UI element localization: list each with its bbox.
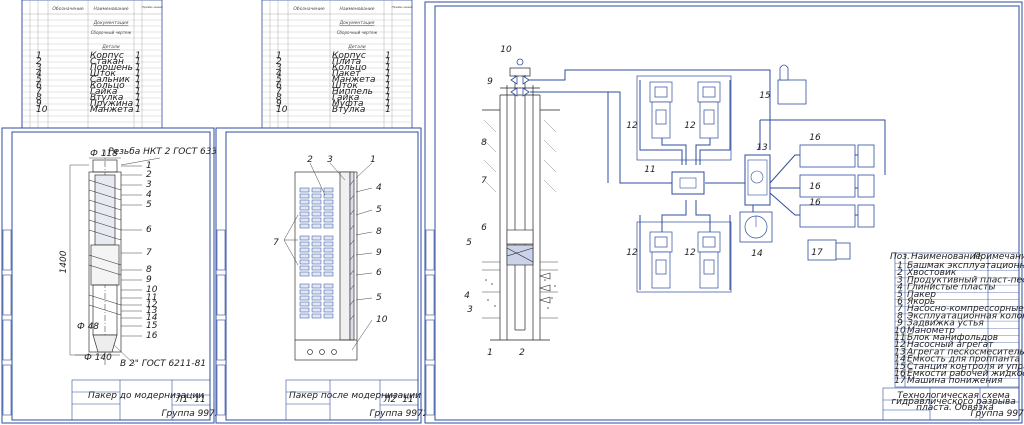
callout-15: 15 (146, 321, 158, 331)
scheme-label-13: 13 (756, 143, 768, 153)
callout-right-5: 5 (376, 205, 382, 215)
legend-name: Машина понижения (907, 376, 1003, 386)
drawing-sheet-scheme: 1 23456789101112 1212 1213141516161617 Поз.… (424, 1, 1024, 424)
callout-left: 7 (273, 238, 279, 248)
callout-right-4: 4 (376, 183, 382, 193)
s2-section-parts: Детали (347, 44, 366, 50)
callout-7: 7 (146, 248, 152, 258)
scheme-label-9: 9 (487, 77, 493, 87)
callout-top-1: 1 (370, 155, 376, 165)
callout-right-8: 8 (376, 227, 382, 237)
group-label-5: Группа 9972 (970, 409, 1024, 419)
s1-assembly-drawing: Сборочный чертеж (91, 30, 132, 35)
thread-bottom: В 2" ГОСТ 6211-81 (120, 359, 206, 369)
s1-section-parts: Детали (101, 44, 120, 50)
scheme-label-10: 10 (500, 45, 512, 55)
group-label-4: Группа 9972 (369, 409, 428, 419)
scheme-label-4: 4 (464, 291, 470, 301)
callout-6: 6 (146, 225, 152, 235)
s1-row-pos: 10 (36, 105, 48, 115)
legend-pos: 17 (894, 376, 906, 386)
scheme-label-16: 16 (809, 182, 821, 192)
callout-16: 16 (146, 331, 158, 341)
callout-2: 2 (146, 170, 152, 180)
sheet-no-3: Л1 (175, 395, 189, 405)
s1-header-name: Наименование (94, 6, 129, 12)
callout-right-9: 9 (376, 248, 382, 258)
scheme-label-3: 3 (467, 305, 473, 315)
s2-row-pos: 10 (276, 105, 288, 115)
callout-right-6: 6 (376, 268, 382, 278)
drawing-sheet-packer-after: 2 3 1458965107 Пакер после модернизации Гр… (215, 127, 429, 424)
s2-row-name: Втулка (332, 105, 365, 115)
s2-header-note: Приме-чание (392, 5, 413, 9)
s2-header-designation: Обозначение (293, 6, 324, 12)
scheme-label-8: 8 (481, 138, 487, 148)
sheets-3: 11 (194, 395, 205, 405)
dim-top: Ф 118 (90, 149, 118, 159)
scheme-label-16: 16 (809, 198, 821, 208)
s1-section-documentation: Документация (93, 20, 129, 26)
scheme-label-5: 5 (466, 238, 472, 248)
scheme-label-14: 14 (751, 249, 763, 259)
scheme-label-11: 11 (644, 165, 655, 175)
callout-5: 5 (146, 200, 152, 210)
sheets-4: 11 (402, 395, 413, 405)
scheme-label-16: 16 (809, 133, 821, 143)
callout-9: 9 (146, 275, 152, 285)
thread-label: Резьба НКТ 2 ГОСТ 633-80 (108, 147, 232, 157)
s2-assembly-drawing: Сборочный чертеж (337, 30, 378, 35)
spec-sheet-1: Обозначение Наименование Приме-чание Док… (21, 0, 163, 129)
scheme-label-12: 12 (626, 248, 638, 258)
scheme-label-17: 17 (811, 248, 823, 258)
s2-header-name: Наименование (340, 6, 375, 12)
sheet-no-4: Л2 (383, 395, 397, 405)
s1-row-qty: 1 (135, 105, 141, 115)
scheme-label-1: 1 (487, 348, 493, 358)
s1-header-designation: Обозначение (52, 6, 83, 12)
scheme-label-2: 2 (519, 348, 525, 358)
s1-header-note: Приме-чание (142, 5, 163, 9)
callout-4: 4 (146, 190, 152, 200)
callout-3: 3 (146, 180, 152, 190)
group-label-3: Группа 9972 (161, 409, 220, 419)
drawing-canvas: Обозначение Наименование Приме-чание Док… (1, 0, 1024, 424)
dim-bottom: Ф 140 (84, 353, 112, 363)
dim-length: 1400 (59, 250, 69, 273)
spec-sheet-2: Обозначение Наименование Приме-чание Док… (261, 0, 413, 129)
s1-row-name: Манжета (90, 105, 134, 115)
drawing-sheet-packer-before: Резьба НКТ 2 ГОСТ 633-80 Ф 118 1400 Ф 14… (1, 127, 232, 424)
callout-right-5: 5 (376, 293, 382, 303)
scheme-label-12: 12 (626, 121, 638, 131)
scheme-label-7: 7 (481, 176, 487, 186)
scheme-label-12: 12 (684, 121, 696, 131)
s2-row-qty: 1 (385, 105, 391, 115)
callout-8: 8 (146, 265, 152, 275)
dim-inner: Ф 48 (77, 322, 99, 332)
callout-top-2: 2 (307, 155, 313, 165)
callout-top-3: 3 (327, 155, 333, 165)
scheme-label-12: 12 (684, 248, 696, 258)
s2-section-documentation: Документация (339, 20, 375, 26)
callout-right-10: 10 (376, 315, 388, 325)
scheme-label-6: 6 (481, 223, 487, 233)
scheme-label-15: 15 (759, 91, 771, 101)
